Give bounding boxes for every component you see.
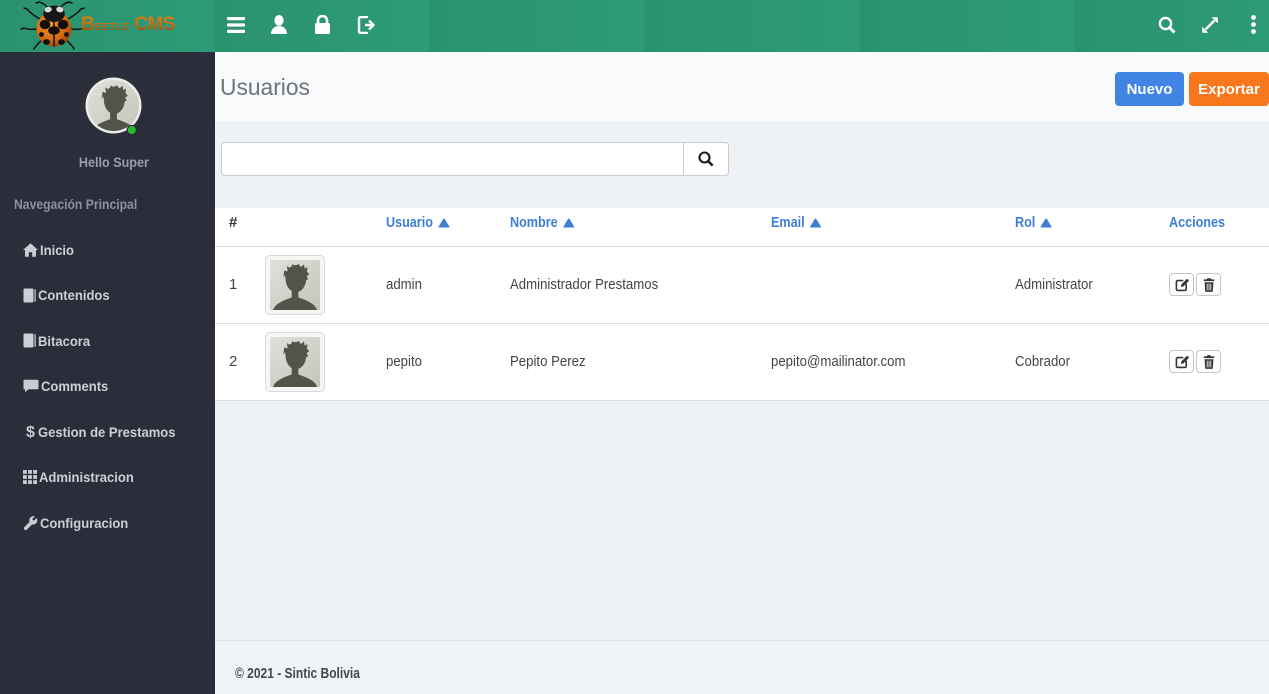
svg-text:$: $: [26, 424, 35, 440]
svg-text:BEETLE CMS: BEETLE CMS: [81, 14, 175, 35]
